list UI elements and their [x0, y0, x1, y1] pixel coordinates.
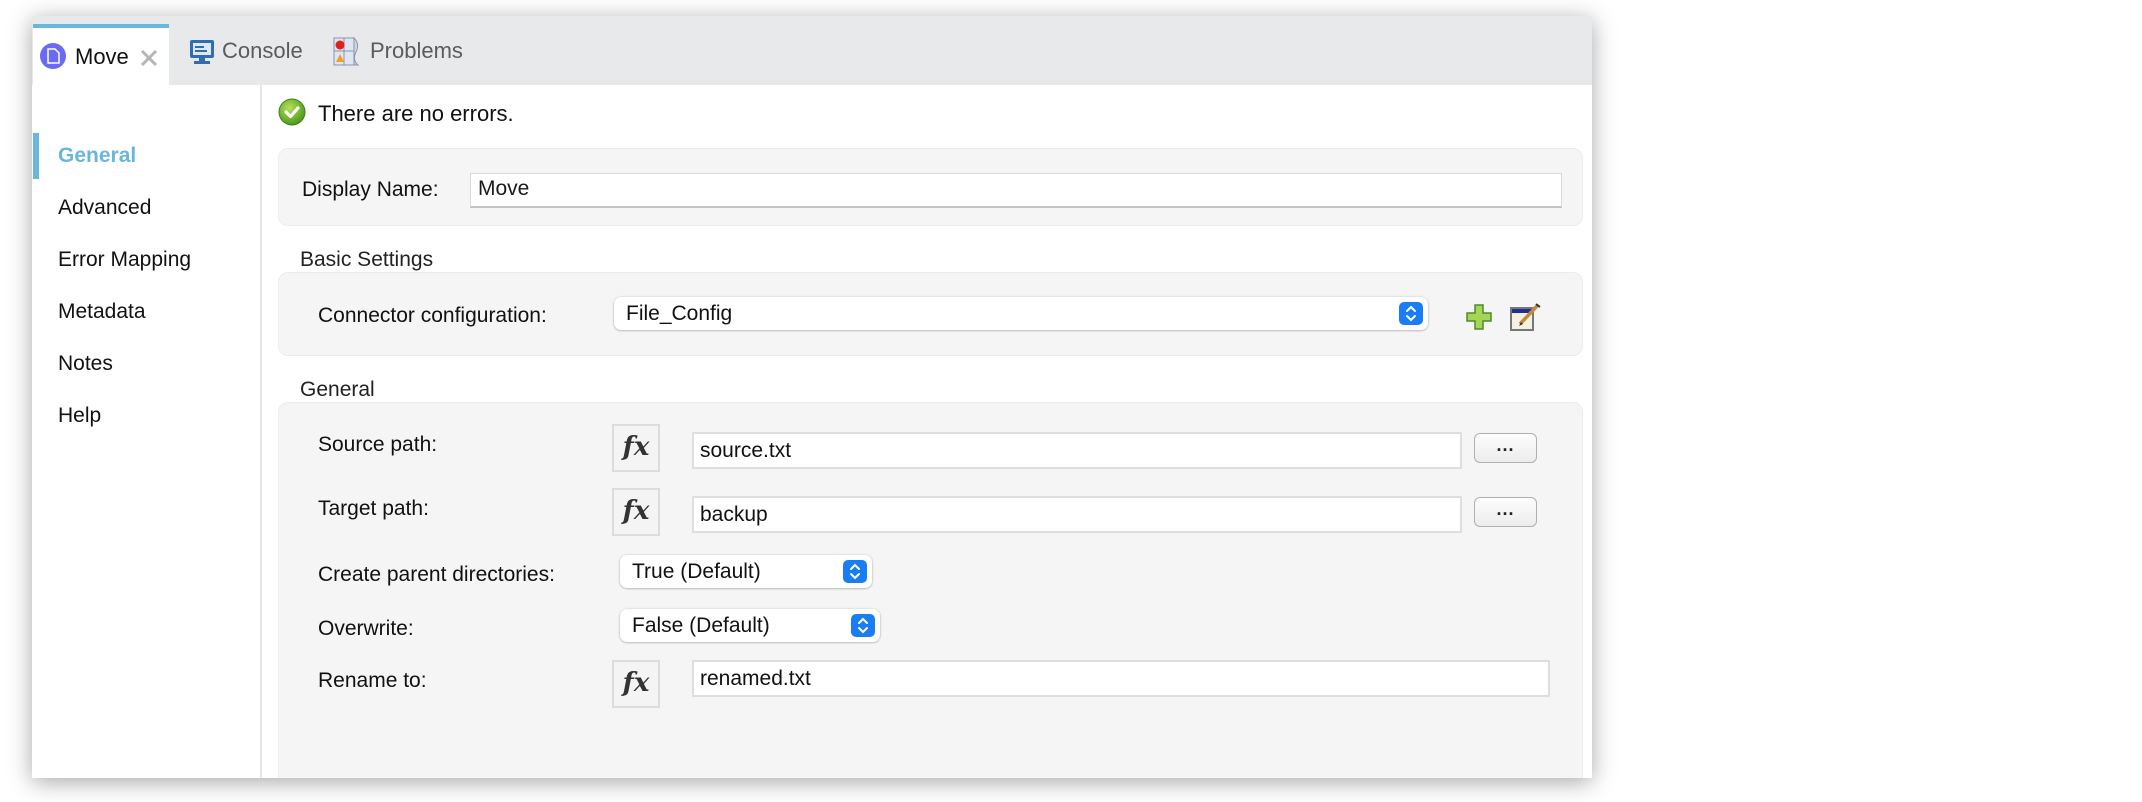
display-name-label: Display Name: — [302, 178, 439, 201]
sidebar-item-notes[interactable]: Notes — [58, 349, 113, 379]
source-path-label: Source path: — [318, 433, 438, 456]
connector-config-select[interactable]: File_Config — [614, 297, 1428, 330]
basic-settings-title: Basic Settings — [300, 248, 434, 271]
document-circle-icon — [40, 43, 66, 69]
tab-problems[interactable]: Problems — [330, 36, 500, 76]
tab-bar: Move Console Problems — [32, 16, 1592, 85]
target-path-label: Target path: — [318, 497, 429, 520]
tab-move[interactable]: Move — [33, 24, 169, 85]
target-path-input[interactable]: backup — [692, 496, 1462, 533]
select-stepper-icon — [843, 560, 867, 583]
select-stepper-icon — [851, 614, 875, 637]
sidebar-item-help[interactable]: Help — [58, 401, 101, 431]
connector-config-value: File_Config — [626, 302, 733, 325]
rename-to-label: Rename to: — [318, 669, 427, 692]
overwrite-label: Overwrite: — [318, 617, 414, 640]
sidebar-item-error-mapping[interactable]: Error Mapping — [58, 245, 191, 275]
console-monitor-icon — [190, 40, 214, 64]
overwrite-value: False (Default) — [632, 614, 770, 637]
sidebar-item-advanced[interactable]: Advanced — [58, 193, 151, 223]
rename-to-input[interactable]: renamed.txt — [692, 660, 1550, 697]
source-path-browse-button[interactable]: ... — [1474, 433, 1537, 463]
add-config-icon[interactable] — [1465, 303, 1493, 331]
tab-problems-label: Problems — [370, 38, 463, 63]
rename-to-fx-toggle[interactable]: fx — [612, 660, 660, 708]
problems-icon — [333, 36, 360, 66]
success-check-icon — [278, 98, 306, 126]
sidebar: General Advanced Error Mapping Metadata … — [32, 85, 262, 778]
create-parent-dirs-select[interactable]: True (Default) — [620, 555, 872, 588]
source-path-fx-toggle[interactable]: fx — [612, 424, 660, 472]
sidebar-item-general[interactable]: General — [58, 141, 136, 171]
select-stepper-icon — [1399, 302, 1423, 325]
sidebar-item-metadata[interactable]: Metadata — [58, 297, 146, 327]
overwrite-select[interactable]: False (Default) — [620, 609, 880, 642]
tab-console[interactable]: Console — [186, 38, 336, 78]
tab-move-label: Move — [75, 44, 129, 69]
status-text: There are no errors. — [318, 101, 514, 126]
close-icon[interactable] — [139, 48, 159, 68]
source-path-input[interactable]: source.txt — [692, 432, 1462, 469]
edit-config-icon[interactable] — [1510, 302, 1542, 332]
create-parent-dirs-label: Create parent directories: — [318, 563, 555, 586]
target-path-browse-button[interactable]: ... — [1474, 497, 1537, 527]
tab-console-label: Console — [222, 38, 303, 63]
active-indicator — [33, 133, 39, 179]
general-section-title: General — [300, 378, 375, 401]
display-name-input[interactable]: Move — [470, 173, 1562, 208]
create-parent-dirs-value: True (Default) — [632, 560, 761, 583]
connector-config-label: Connector configuration: — [318, 304, 547, 327]
target-path-fx-toggle[interactable]: fx — [612, 488, 660, 536]
properties-window: Move Console Problems General Advanced E… — [32, 16, 1592, 778]
